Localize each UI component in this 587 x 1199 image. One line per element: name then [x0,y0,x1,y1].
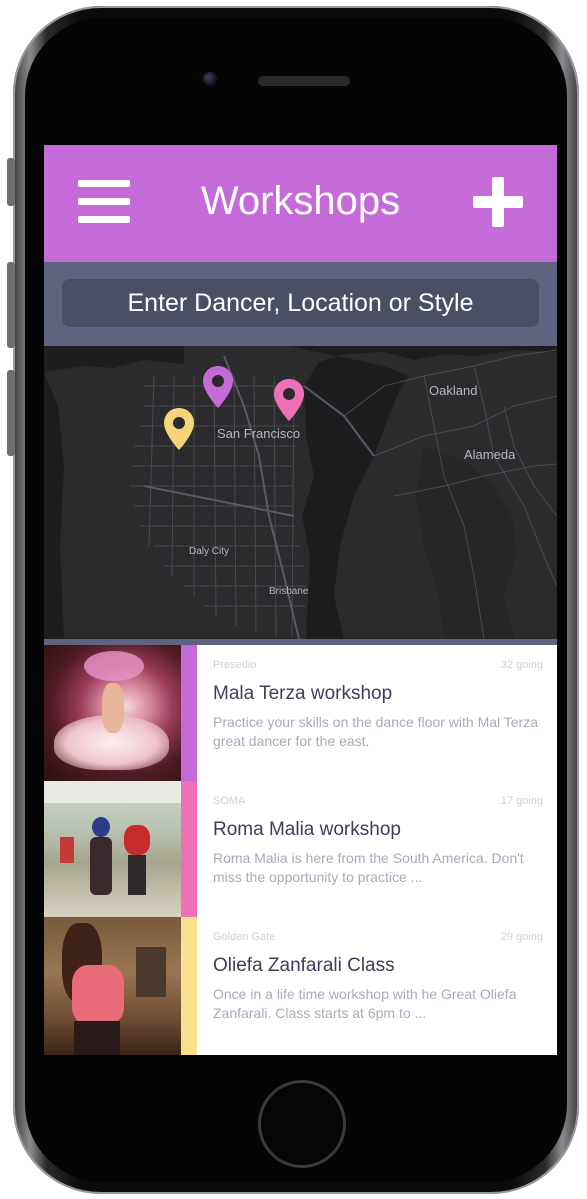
workshop-title: Mala Terza workshop [213,683,393,704]
search-bar [44,262,557,346]
map-pin-icon[interactable] [162,407,196,451]
workshop-description: Roma Malia is here from the South Americ… [213,850,524,885]
volume-up-button [7,262,15,348]
map-pin-icon[interactable] [272,378,306,422]
workshop-location: SOMA [213,795,246,807]
workshop-location: Golden Gate [213,931,276,943]
workshop-description: Once in a life time workshop with he Gre… [213,986,517,1021]
accent-bar [181,645,197,781]
map-label-alameda: Alameda [464,447,516,462]
earpiece-speaker [258,76,350,86]
going-count: 17 going [500,795,543,807]
front-camera [203,72,217,86]
map-label-oakland: Oakland [429,383,478,398]
map-view[interactable]: San Francisco Oakland Alameda Daly City … [44,346,557,639]
workshop-list: Presedio 32 going Mala Terza workshop Pr… [44,645,557,1055]
going-count: 29 going [500,931,543,943]
volume-down-button [7,370,15,456]
workshop-description: Practice your skills on the dance floor … [213,714,538,749]
map-label-daly-city: Daly City [189,546,230,557]
nav-bar: Workshops [44,145,557,262]
map-label-san-francisco: San Francisco [217,426,301,441]
plus-icon[interactable] [473,177,523,227]
workshop-title: Oliefa Zanfarali Class [213,955,395,976]
workshop-location: Presedio [213,659,257,671]
map-pin-icon[interactable] [201,365,235,409]
workshop-photo [44,645,181,781]
search-input[interactable] [62,279,539,327]
workshop-title: Roma Malia workshop [213,819,401,840]
home-button[interactable] [258,1080,346,1168]
mute-switch [7,158,15,206]
going-count: 32 going [500,659,543,671]
accent-bar [181,781,197,917]
workshop-photo [44,917,181,1055]
list-item[interactable]: Presedio 32 going Mala Terza workshop Pr… [44,645,557,781]
workshop-photo [44,781,181,917]
list-item[interactable]: Golden Gate 29 going Oliefa Zanfarali Cl… [44,917,557,1055]
app-screen: Workshops Enter Dancer, Location or Styl… [44,145,557,1055]
accent-bar [181,917,197,1055]
map-label-brisbane: Brisbane [269,586,309,597]
list-item[interactable]: SOMA 17 going Roma Malia workshop Roma M… [44,781,557,917]
